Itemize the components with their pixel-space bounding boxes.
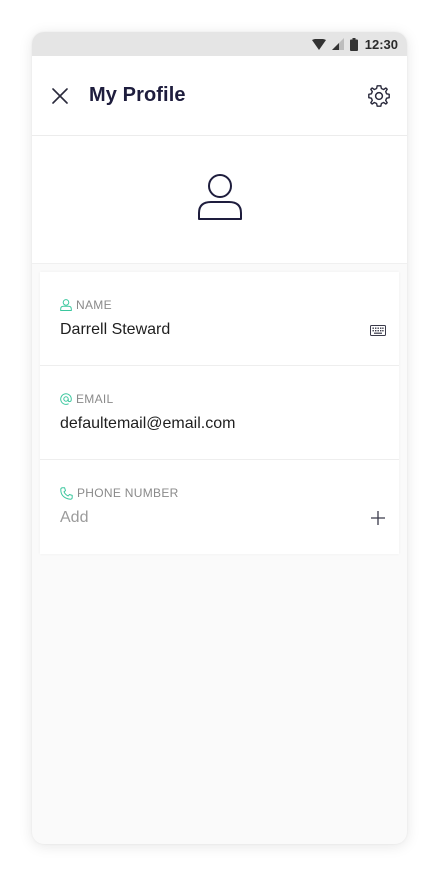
status-time: 12:30 (364, 36, 398, 52)
person-icon (197, 174, 242, 220)
wifi-icon (311, 38, 326, 50)
name-field[interactable]: NAME Darrell Steward (40, 272, 399, 366)
phone-field[interactable]: PHONE NUMBER Add (40, 460, 399, 554)
person-outline-icon (60, 299, 72, 311)
keyboard-button[interactable] (368, 320, 388, 340)
at-icon (60, 393, 72, 405)
phone-icon (60, 486, 73, 500)
app-bar: My Profile (32, 56, 407, 136)
keyboard-icon (370, 324, 386, 336)
close-button[interactable] (50, 86, 70, 106)
name-value: Darrell Steward (60, 321, 171, 338)
email-field[interactable]: EMAIL defaultemail@email.com (40, 366, 399, 460)
settings-button[interactable] (367, 84, 391, 108)
plus-icon (371, 511, 385, 525)
name-label: NAME (76, 298, 112, 312)
add-phone-button[interactable] (368, 508, 388, 528)
signal-icon (331, 38, 344, 50)
avatar-section (32, 136, 407, 264)
phone-label: PHONE NUMBER (77, 486, 179, 500)
avatar[interactable] (197, 173, 243, 226)
page-title: My Profile (89, 84, 186, 106)
phone-screen: 12:30 My Profile NAME Darrell Steward EM… (32, 32, 407, 844)
profile-fields-card: NAME Darrell Steward EMAIL defaultemail@… (40, 272, 399, 554)
battery-icon (349, 37, 358, 51)
email-label: EMAIL (76, 392, 114, 406)
email-value: defaultemail@email.com (60, 415, 236, 432)
close-icon (52, 87, 68, 104)
status-bar: 12:30 (32, 32, 407, 56)
gear-icon (368, 84, 390, 107)
phone-add-placeholder[interactable]: Add (60, 509, 379, 527)
